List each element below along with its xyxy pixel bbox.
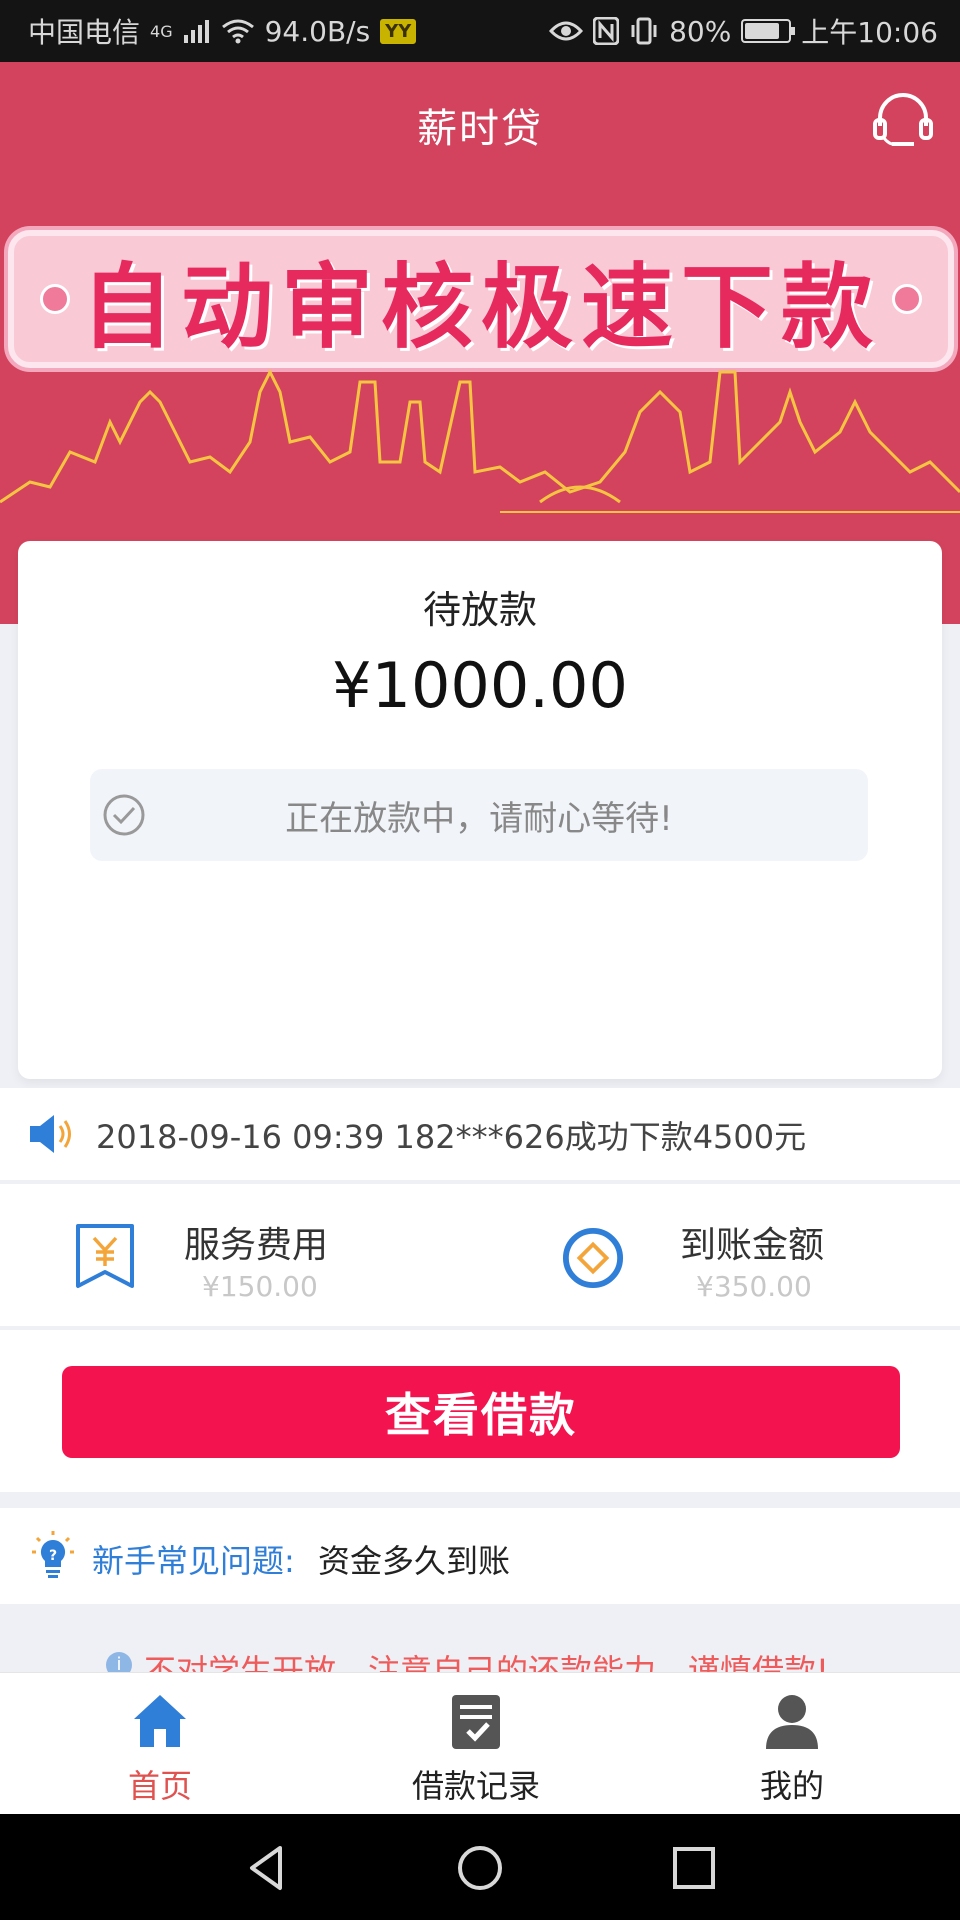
warning-notice: i 不对学生开放，注意自己的还款能力，谨慎借款! xyxy=(0,1640,960,1672)
battery-icon xyxy=(741,19,796,43)
check-circle-icon xyxy=(103,794,145,836)
loan-status-card: 待放款 ¥1000.00 正在放款中，请耐心等待! xyxy=(18,541,942,1079)
info-icon: i xyxy=(106,1652,132,1672)
back-icon[interactable] xyxy=(244,1844,292,1892)
network-speed: 94.0B/s xyxy=(264,14,371,48)
network-type: 4G xyxy=(150,21,173,41)
carrier: 中国电信 xyxy=(28,16,141,49)
tab-home-label: 首页 xyxy=(127,1767,192,1805)
tab-profile[interactable]: 我的 xyxy=(632,1673,952,1815)
app-header: 薪时贷 自动审核极速下款 xyxy=(0,62,960,624)
status-right: 80% 上午10:06 xyxy=(549,11,938,51)
promo-banner[interactable]: 自动审核极速下款 xyxy=(8,230,954,368)
notice-bar: 2018-09-16 09:39 182***626成功下款4500元 xyxy=(0,1088,960,1180)
yen-tag-icon xyxy=(76,1224,134,1288)
loan-status-message: 正在放款中，请耐心等待! xyxy=(285,798,673,839)
banner-stud-right xyxy=(892,284,922,314)
loan-amount: ¥1000.00 xyxy=(332,649,628,722)
notice-text: 2018-09-16 09:39 182***626成功下款4500元 xyxy=(96,1118,807,1156)
faq-question[interactable]: 资金多久到账 xyxy=(318,1536,510,1582)
banner-stud-left xyxy=(40,284,70,314)
headset-icon[interactable] xyxy=(870,88,936,154)
view-loan-button[interactable]: 查看借款 xyxy=(62,1366,900,1458)
loan-status-title: 待放款 xyxy=(422,588,537,632)
svg-text:?: ? xyxy=(49,1548,57,1564)
service-fee-value: ¥150.00 xyxy=(202,1270,318,1303)
received-amount-value: ¥350.00 xyxy=(696,1270,812,1303)
battery-fill xyxy=(745,23,779,39)
user-icon xyxy=(766,1695,818,1749)
tab-loan-records-label: 借款记录 xyxy=(411,1767,540,1805)
app-badge: YY xyxy=(380,18,417,44)
action-section: 查看借款 xyxy=(0,1330,960,1492)
vibrate-icon xyxy=(631,17,657,45)
faq-row[interactable]: ? 新手常见问题: 资金多久到账 xyxy=(0,1508,960,1604)
system-nav-bar xyxy=(0,1814,960,1920)
wifi-icon xyxy=(221,19,254,44)
status-bar: 中国电信 4G 94.0B/s YY 80% 上午10:06 xyxy=(0,0,960,62)
signal-icon xyxy=(183,20,209,43)
received-amount-label: 到账金额 xyxy=(680,1225,825,1266)
eye-icon xyxy=(549,21,584,41)
received-amount: 到账金额 ¥350.00 xyxy=(480,1184,960,1326)
bottom-tab-bar: 首页 借款记录 我的 xyxy=(0,1672,960,1814)
home-icon xyxy=(134,1695,186,1747)
clock: 上午10:06 xyxy=(801,16,938,49)
faq-label: 新手常见问题: xyxy=(92,1542,295,1580)
nfc-icon xyxy=(593,17,620,45)
clipboard-check-icon xyxy=(452,1695,500,1749)
lightbulb-icon: ? xyxy=(32,1531,74,1578)
city-skyline-illustration xyxy=(0,368,960,513)
status-left: 中国电信 4G 94.0B/s YY xyxy=(28,11,417,51)
service-fee: 服务费用 ¥150.00 xyxy=(0,1184,480,1326)
coin-icon xyxy=(562,1227,624,1289)
loan-status-box: 正在放款中，请耐心等待! xyxy=(90,769,868,861)
warning-text: 不对学生开放，注意自己的还款能力，谨慎借款! xyxy=(144,1652,829,1672)
service-fee-label: 服务费用 xyxy=(184,1225,329,1266)
tab-profile-label: 我的 xyxy=(759,1767,824,1805)
tab-loan-records[interactable]: 借款记录 xyxy=(316,1673,636,1815)
banner-text: 自动审核极速下款 xyxy=(80,253,881,361)
speaker-icon xyxy=(30,1115,71,1153)
battery-percent: 80% xyxy=(669,14,732,48)
recents-icon[interactable] xyxy=(670,1844,718,1892)
tab-home[interactable]: 首页 xyxy=(0,1673,320,1815)
fee-summary: 服务费用 ¥150.00 到账金额 ¥350.00 xyxy=(0,1184,960,1326)
app-title: 薪时贷 xyxy=(417,106,543,152)
home-circle-icon[interactable] xyxy=(456,1844,504,1892)
